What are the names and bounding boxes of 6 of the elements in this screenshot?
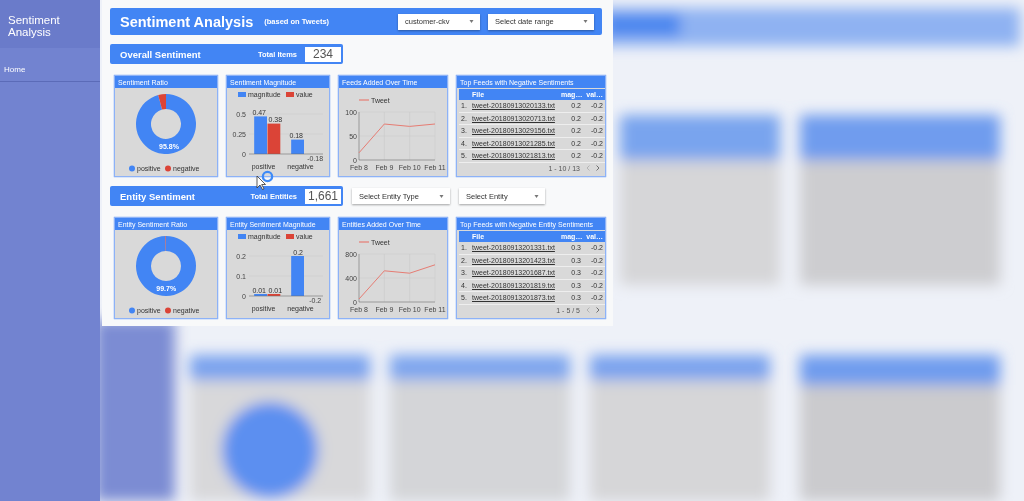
section-title: Entity Sentiment	[120, 190, 195, 202]
app-title: Sentiment Analysis	[8, 14, 61, 38]
page-title: Sentiment Analysis	[120, 13, 254, 30]
total-value: 1,661	[305, 188, 341, 204]
section-title: Overall Sentiment	[120, 48, 201, 60]
total-value: 234	[305, 46, 341, 62]
